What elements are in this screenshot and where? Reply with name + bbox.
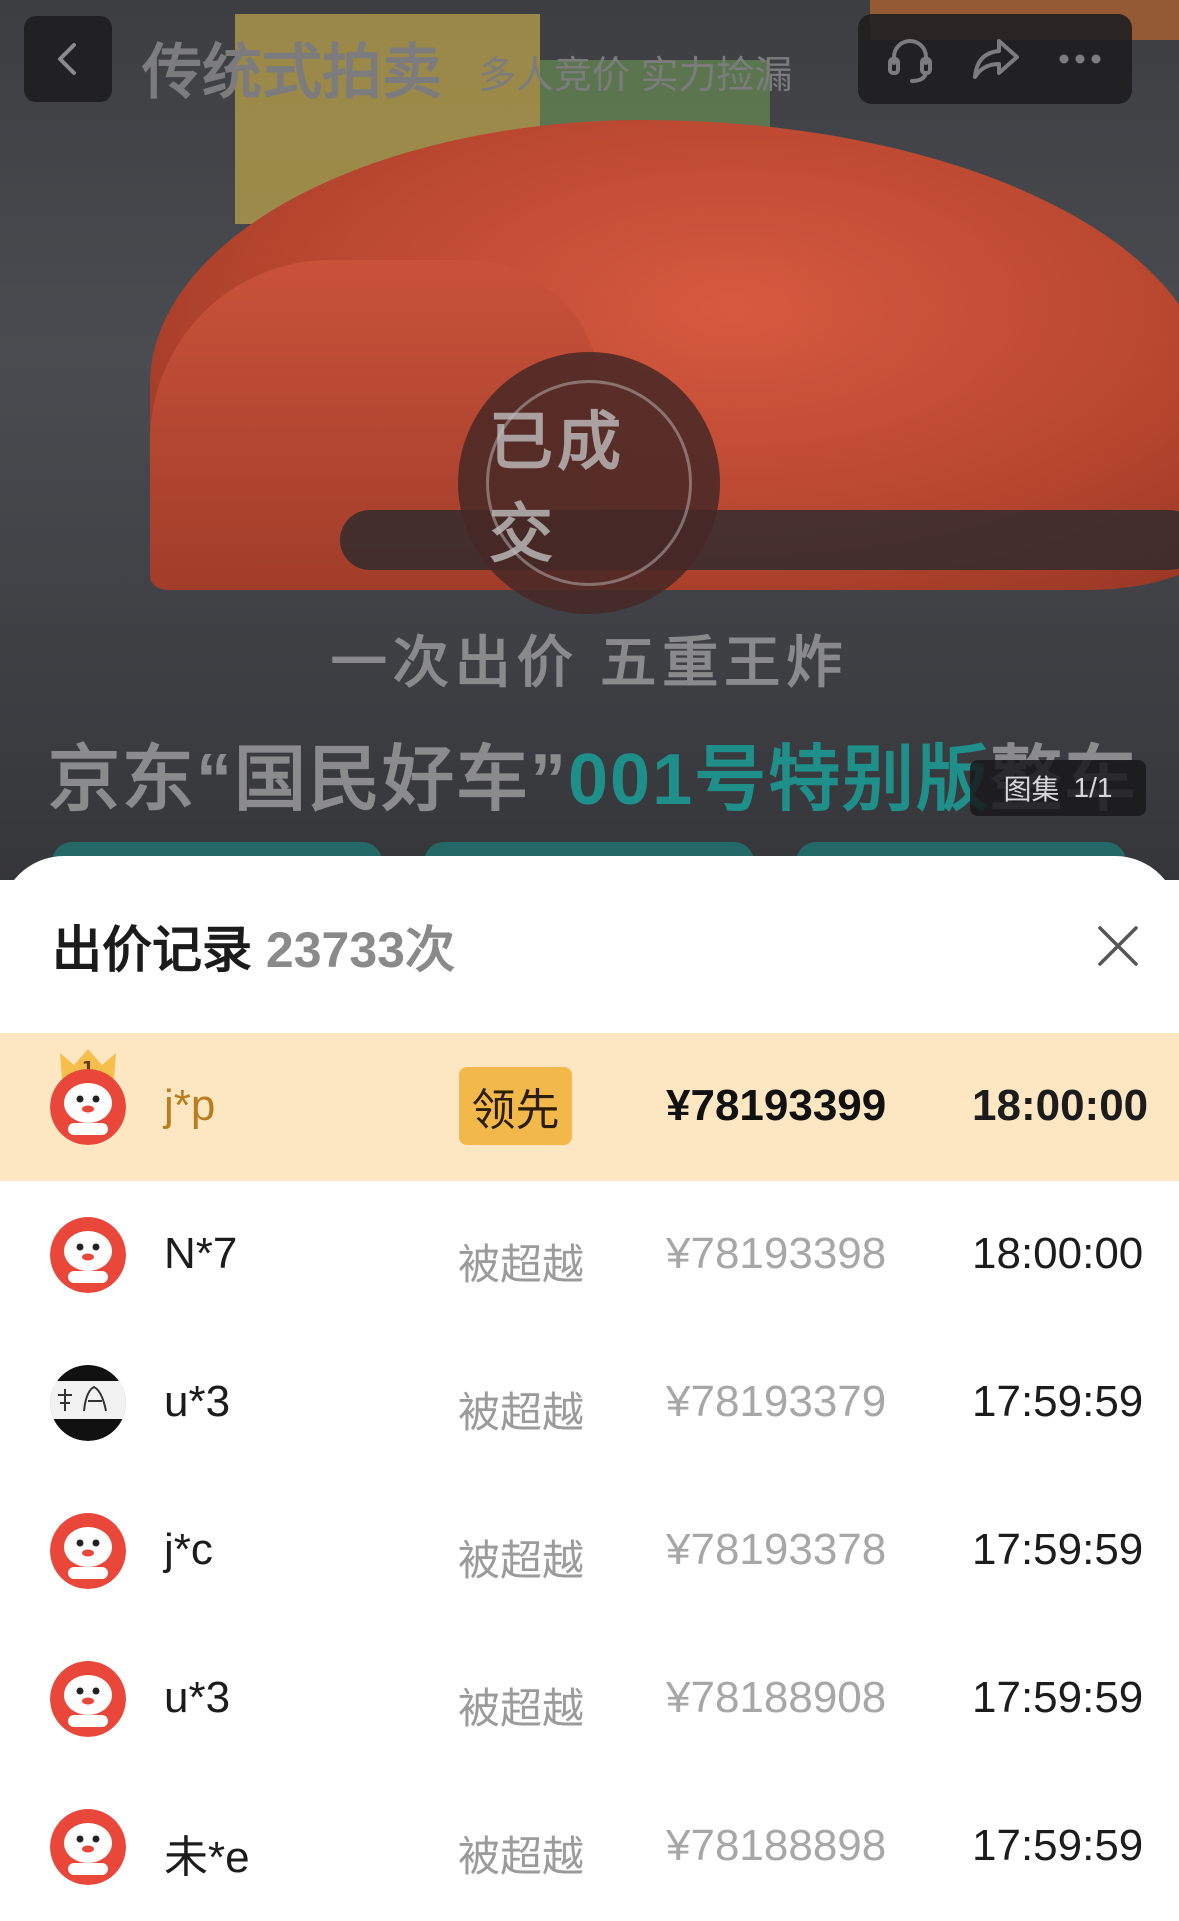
- bid-status: 被超越: [458, 1389, 585, 1436]
- more-button[interactable]: [1045, 24, 1115, 94]
- customer-service-button[interactable]: [875, 24, 945, 94]
- bid-time: 17:59:59: [972, 1673, 1144, 1722]
- bid-price: ¥78188908: [666, 1673, 887, 1722]
- bid-price: ¥78188898: [666, 1821, 887, 1870]
- bid-price: ¥78193379: [666, 1377, 887, 1426]
- hero-slogan: 一次出价 五重王炸: [330, 631, 849, 694]
- bid-status: 被超越: [458, 1685, 585, 1732]
- more-dots-icon: [1059, 54, 1101, 64]
- top-bar: 传统式拍卖 多人竞价 实力捡漏: [0, 14, 1179, 106]
- bidder-name: u*3: [164, 1377, 231, 1426]
- headset-icon: [888, 39, 933, 83]
- bid-row: N*7 被超越 ¥78193398 18:00:00: [0, 1181, 1179, 1329]
- jd-mascot-icon: [50, 1217, 126, 1293]
- share-icon: [972, 39, 1019, 79]
- sold-stamp: 已成交: [458, 352, 720, 614]
- close-button[interactable]: [1088, 916, 1148, 976]
- bid-row: 未*e 被超越 ¥78188898 17:59:59: [0, 1773, 1179, 1921]
- bid-row: u*3 被超越 ¥78188908 17:59:59: [0, 1625, 1179, 1773]
- chevron-left-icon: [58, 43, 76, 75]
- bidder-name: j*c: [164, 1525, 213, 1574]
- bid-price: ¥78193398: [666, 1229, 887, 1278]
- close-icon: [1098, 926, 1138, 966]
- bid-status: 被超越: [458, 1241, 585, 1288]
- bidder-name: N*7: [164, 1229, 238, 1278]
- gallery-index: 1/1: [1073, 772, 1113, 803]
- bidder-name: u*3: [164, 1673, 231, 1722]
- bid-time: 18:00:00: [972, 1081, 1149, 1130]
- sold-stamp-text: 已成交: [489, 406, 625, 570]
- bidder-name: 未*e: [164, 1833, 250, 1882]
- bid-time: 17:59:59: [972, 1525, 1144, 1574]
- header-actions: [858, 14, 1132, 104]
- bid-time: 18:00:00: [972, 1229, 1144, 1278]
- bid-row: j*c 被超越 ¥78193378 17:59:59: [0, 1477, 1179, 1625]
- gallery-label: 图集: [1003, 774, 1060, 805]
- bid-list: 1 j*p 领先 ¥78193399 18:00:00 N*7 被超越 ¥781…: [0, 1033, 1179, 1921]
- share-button[interactable]: [960, 24, 1030, 94]
- page-subtitle: 多人竞价 实力捡漏: [478, 55, 793, 97]
- bid-price: ¥78193399: [666, 1081, 887, 1130]
- jd-mascot-icon: [50, 1069, 126, 1145]
- page-title: 传统式拍卖: [142, 39, 442, 106]
- jd-mascot-icon: [50, 1513, 126, 1589]
- jd-mascot-icon: [50, 1661, 126, 1737]
- sheet-title: 出价记录 23733次: [52, 910, 455, 982]
- sheet-title-text: 出价记录: [52, 922, 252, 978]
- bid-time: 17:59:59: [972, 1377, 1144, 1426]
- gallery-counter[interactable]: 图集 1/1: [970, 760, 1146, 816]
- headline-accent: 001号特别版: [568, 740, 991, 820]
- back-button[interactable]: [24, 16, 112, 102]
- bidder-name: j*p: [164, 1081, 216, 1130]
- bid-status: 被超越: [458, 1833, 585, 1880]
- headline-prefix: 京东“国民好车”: [48, 740, 569, 820]
- jd-mascot-icon: [50, 1809, 126, 1885]
- bid-price: ¥78193378: [666, 1525, 887, 1574]
- bid-row: u*3 被超越 ¥78193379 17:59:59: [0, 1329, 1179, 1477]
- bid-count: 23733次: [265, 922, 455, 978]
- handwriting-avatar: [50, 1365, 126, 1441]
- bid-time: 17:59:59: [972, 1821, 1144, 1870]
- bid-history-sheet: 出价记录 23733次 1 j*p 领先 ¥78193399 18:00:00: [0, 856, 1179, 1910]
- bid-status: 被超越: [458, 1537, 585, 1584]
- leading-badge: 领先: [459, 1067, 572, 1145]
- bid-row: 1 j*p 领先 ¥78193399 18:00:00: [0, 1033, 1179, 1181]
- product-hero-image[interactable]: 已成交 一次出价 五重王炸 京东“国民好车”001号特别版整车 图集 1/1: [0, 0, 1179, 880]
